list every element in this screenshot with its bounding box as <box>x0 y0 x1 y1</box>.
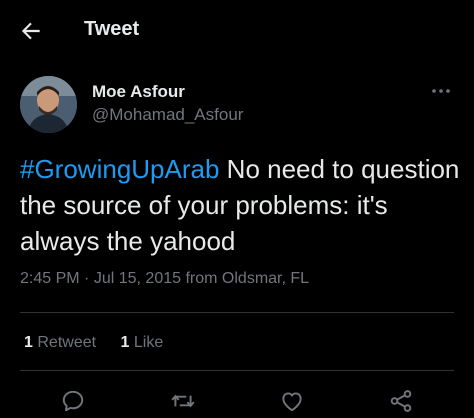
tweet-date[interactable]: Jul 15, 2015 <box>94 270 181 287</box>
likes-stat[interactable]: 1 Like <box>121 334 164 352</box>
more-options-icon[interactable] <box>428 80 454 102</box>
retweet-icon[interactable] <box>170 388 196 414</box>
divider <box>20 312 454 313</box>
tweet-location: from Oldsmar, FL <box>185 270 310 287</box>
tweet-stats: 1 Retweet 1 Like <box>24 334 183 352</box>
divider <box>20 370 454 371</box>
like-icon[interactable] <box>279 388 305 414</box>
avatar[interactable] <box>20 76 77 133</box>
likes-count: 1 <box>120 334 130 351</box>
author-handle[interactable]: @Mohamad_Asfour <box>92 105 243 125</box>
tweet-actions <box>0 384 474 418</box>
tweet-text: #GrowingUpArab No need to question the s… <box>20 151 460 259</box>
reply-icon[interactable] <box>60 388 86 414</box>
author-name[interactable]: Moe Asfour <box>92 82 185 102</box>
avatar-image <box>20 76 77 133</box>
meta-separator: · <box>84 270 94 287</box>
header: Tweet <box>0 0 474 62</box>
tweet-meta: 2:45 PM · Jul 15, 2015 from Oldsmar, FL <box>20 270 309 288</box>
tweet-page: Tweet Moe Asfour @Mohamad_Asfour #Growin… <box>0 0 474 418</box>
retweets-label: Retweet <box>37 334 97 351</box>
retweets-stat[interactable]: 1 Retweet <box>24 334 96 352</box>
retweets-count: 1 <box>24 334 33 351</box>
arrow-left-icon[interactable] <box>18 18 44 44</box>
tweet-time[interactable]: 2:45 PM <box>20 270 80 287</box>
likes-label: Like <box>133 334 164 351</box>
hashtag-link[interactable]: #GrowingUpArab <box>20 154 219 184</box>
share-icon[interactable] <box>388 388 414 414</box>
page-title: Tweet <box>84 18 140 40</box>
